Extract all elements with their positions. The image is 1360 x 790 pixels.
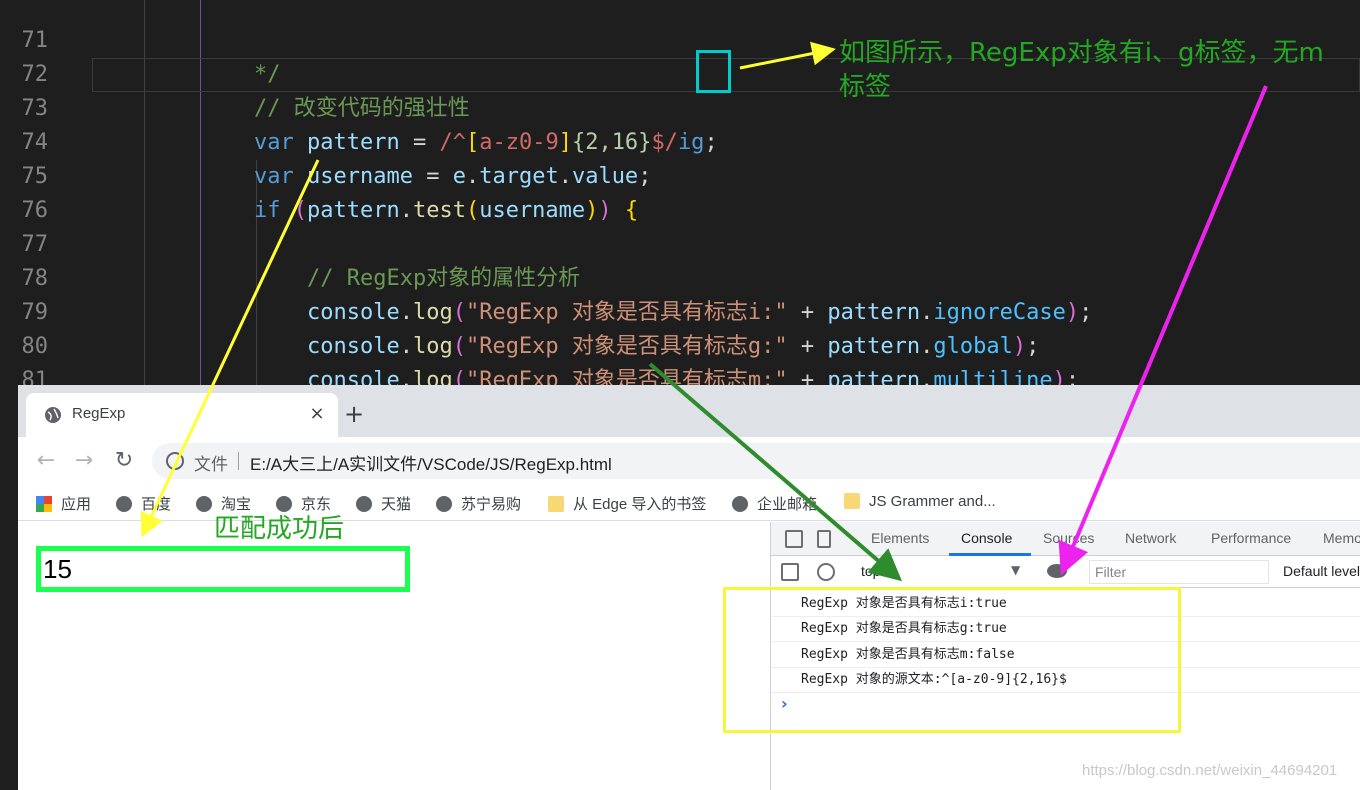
back-button[interactable]: ← (32, 447, 60, 475)
context-selector[interactable]: top (861, 563, 880, 579)
console-output-highlight-box (723, 587, 1181, 733)
username-input[interactable]: 15 (36, 546, 410, 592)
globe-icon (116, 496, 132, 512)
bookmark-apps[interactable]: 应用 (36, 493, 91, 513)
code-line[interactable]: 82 (0, 364, 1360, 385)
devtools-tab-network[interactable]: Network (1125, 530, 1176, 546)
tab-title: RegExp (72, 405, 126, 422)
forward-button[interactable]: → (70, 447, 98, 475)
clear-console-icon[interactable] (817, 563, 835, 581)
devtools-tab-sources[interactable]: Sources (1043, 530, 1094, 546)
close-tab-button[interactable]: × (304, 401, 330, 427)
globe-icon (732, 496, 748, 512)
sidebar-toggle-icon[interactable] (781, 563, 799, 581)
code-line[interactable]: 77 // RegExp对象的属性分析 (0, 194, 1360, 291)
bookmark-item[interactable]: 天猫 (356, 493, 411, 513)
devtools-tab-console[interactable]: Console (961, 530, 1012, 546)
console-filter-input[interactable]: Filter (1089, 560, 1269, 584)
globe-icon (436, 496, 452, 512)
bookmark-item[interactable]: 百度 (116, 493, 171, 513)
folder-icon (548, 496, 564, 512)
eye-icon[interactable] (1047, 564, 1067, 578)
bookmark-folder[interactable]: JS Grammer and... (844, 493, 996, 513)
reload-button[interactable]: ↻ (110, 447, 138, 475)
code-line[interactable]: 79 console.log("RegExp 对象是否具有标志g:" + pat… (0, 262, 1360, 359)
tab-regexp[interactable]: RegExp × (26, 393, 338, 437)
globe-icon (356, 496, 372, 512)
bookmark-item[interactable]: 苏宁易购 (436, 493, 521, 513)
code-line[interactable]: 76 (0, 160, 1360, 223)
code-line[interactable]: 75 if (pattern.test(username)) { (0, 126, 1360, 223)
bookmark-folder[interactable]: 从 Edge 导入的书签 (548, 493, 706, 513)
globe-icon (196, 496, 212, 512)
flags-annotation: 如图所示，RegExp对象有i、g标签，无m标签 (839, 38, 1324, 102)
globe-icon (45, 407, 61, 423)
flags-highlight-box (696, 50, 731, 93)
info-icon[interactable] (166, 452, 184, 470)
code-line[interactable]: 78 console.log("RegExp 对象是否具有标志i:" + pat… (0, 228, 1360, 325)
browser-toolbar: ← → ↻ 文件 E:/A大三上/A实训文件/VSCode/JS/RegExp.… (18, 437, 1360, 485)
devtools-tab-performance[interactable]: Performance (1211, 530, 1291, 546)
watermark: https://blog.csdn.net/weixin_44694201 (1082, 762, 1338, 779)
device-toolbar-icon[interactable] (817, 530, 831, 548)
devtools-tabbar: Elements Console Sources Network Perform… (771, 522, 1360, 556)
devtools-tab-elements[interactable]: Elements (871, 530, 929, 546)
tab-strip: RegExp × + (18, 385, 1360, 437)
address-url[interactable]: E:/A大三上/A实训文件/VSCode/JS/RegExp.html (250, 450, 612, 475)
log-levels-dropdown[interactable]: Default levels (1283, 563, 1360, 579)
apps-grid-icon (36, 496, 52, 512)
inspect-element-icon[interactable] (785, 530, 803, 548)
code-line[interactable]: 80 console.log("RegExp 对象是否具有标志m:" + pat… (0, 296, 1360, 385)
address-scheme-label: 文件 (194, 455, 228, 474)
new-tab-button[interactable]: + (338, 399, 370, 431)
address-bar[interactable]: 文件 E:/A大三上/A实训文件/VSCode/JS/RegExp.html (152, 443, 1360, 479)
address-separator (238, 452, 239, 470)
code-line[interactable]: 71 */ (0, 0, 1360, 87)
page-content: 15 (18, 522, 770, 790)
folder-icon (844, 493, 860, 509)
bookmark-item[interactable]: 企业邮箱 (732, 493, 817, 513)
devtools-tab-memory[interactable]: Memo (1323, 530, 1360, 546)
chevron-down-icon[interactable]: ▼ (1011, 563, 1020, 577)
console-toolbar: top ▼ Filter Default levels (771, 556, 1360, 588)
match-annotation: 匹配成功后 (214, 514, 345, 544)
code-line[interactable]: 81 console.log("RegExp 对象的源文本:" + patter… (0, 330, 1360, 385)
